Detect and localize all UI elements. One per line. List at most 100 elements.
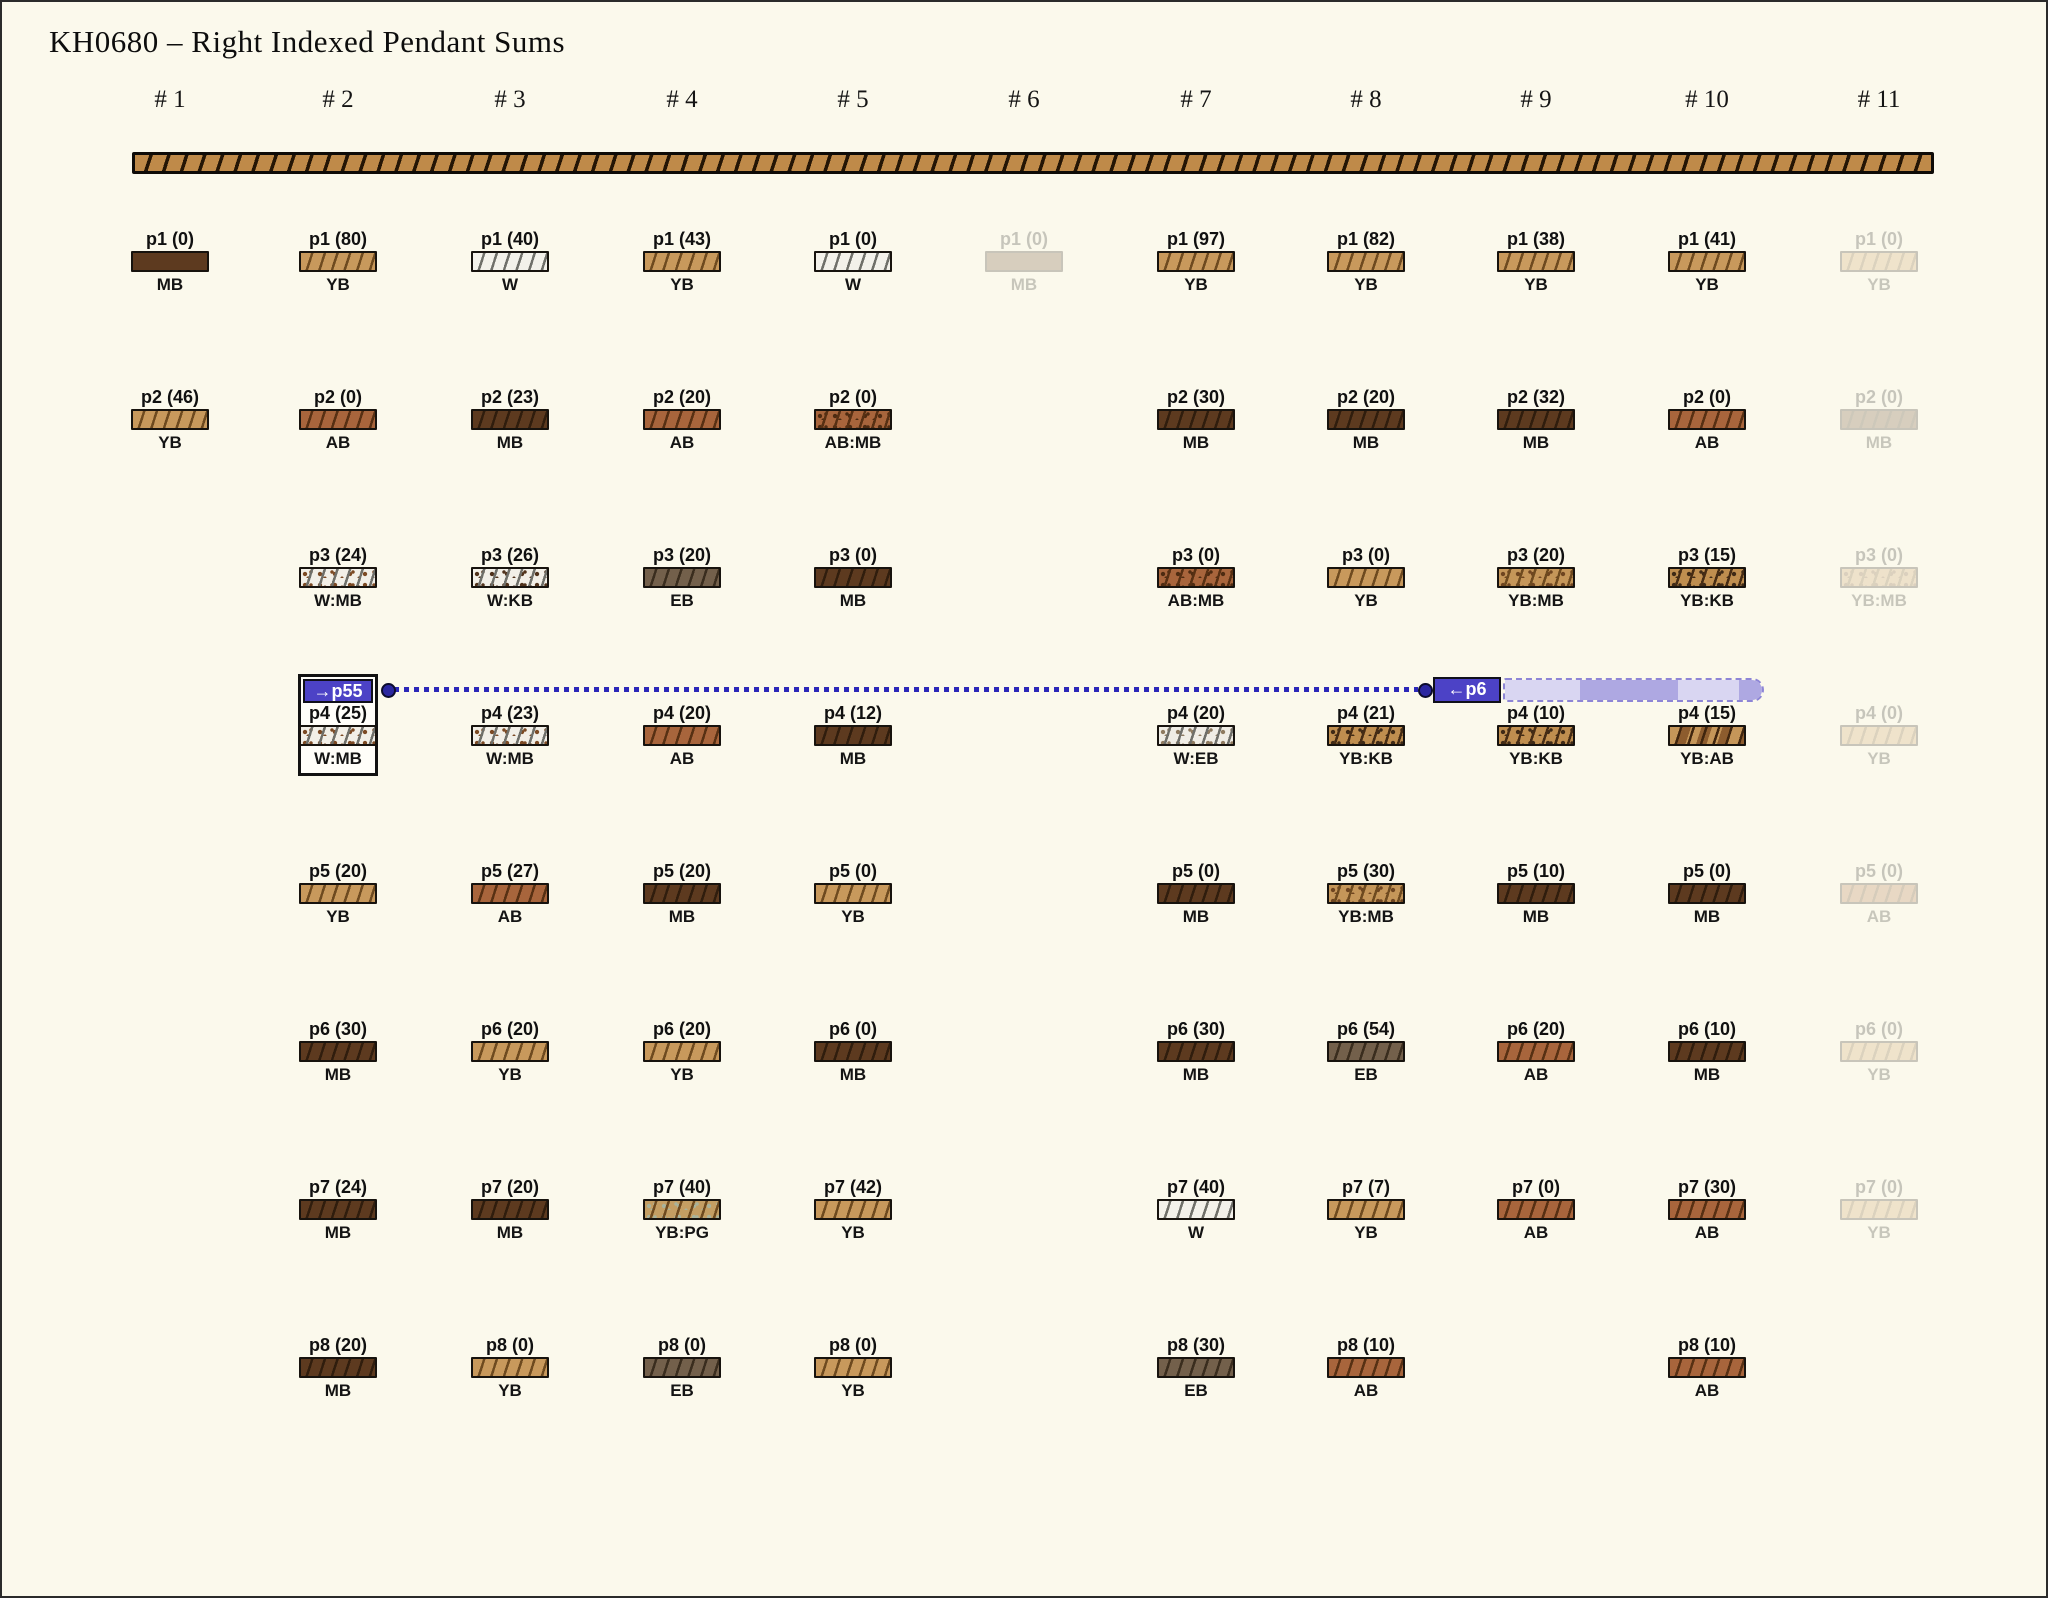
pendant-cord-bar[interactable]	[1157, 1199, 1235, 1220]
pendant-cord-bar[interactable]	[299, 251, 377, 272]
pendant-item[interactable]: p6 (10)MB	[1652, 1018, 1762, 1086]
pendant-cord-bar[interactable]	[1840, 567, 1918, 588]
pendant-cord-bar[interactable]	[299, 1357, 377, 1378]
pendant-item[interactable]: p7 (40)W	[1141, 1176, 1251, 1244]
pendant-item[interactable]: p4 (21)YB:KB	[1311, 702, 1421, 770]
pendant-item[interactable]: p8 (0)YB	[798, 1334, 908, 1402]
pendant-item[interactable]: p5 (10)MB	[1481, 860, 1591, 928]
pendant-item[interactable]: p4 (25)W:MB	[283, 702, 393, 770]
pendant-cord-bar[interactable]	[299, 1199, 377, 1220]
pendant-cord-bar[interactable]	[1327, 567, 1405, 588]
pendant-item[interactable]: p5 (0)YB	[798, 860, 908, 928]
pendant-item[interactable]: p2 (0)AB:MB	[798, 386, 908, 454]
pendant-cord-bar[interactable]	[643, 725, 721, 746]
pendant-cord-bar[interactable]	[643, 1041, 721, 1062]
pendant-item[interactable]: p8 (0)YB	[455, 1334, 565, 1402]
pendant-cord-bar[interactable]	[471, 1199, 549, 1220]
pendant-cord-bar[interactable]	[1327, 1199, 1405, 1220]
pendant-item[interactable]: p1 (0)YB	[1824, 228, 1934, 296]
pendant-cord-bar[interactable]	[1668, 1199, 1746, 1220]
pendant-cord-bar[interactable]	[471, 251, 549, 272]
pendant-item[interactable]: p5 (20)YB	[283, 860, 393, 928]
pendant-item[interactable]: p8 (20)MB	[283, 1334, 393, 1402]
pendant-cord-bar[interactable]	[1668, 1041, 1746, 1062]
pendant-item[interactable]: p5 (20)MB	[627, 860, 737, 928]
pendant-item[interactable]: p6 (20)YB	[627, 1018, 737, 1086]
pendant-item[interactable]: p1 (97)YB	[1141, 228, 1251, 296]
pendant-item[interactable]: p1 (0)MB	[115, 228, 225, 296]
pendant-cord-bar[interactable]	[1840, 1199, 1918, 1220]
pendant-cord-bar[interactable]	[1497, 1041, 1575, 1062]
pendant-cord-bar[interactable]	[643, 1357, 721, 1378]
pendant-item[interactable]: p2 (32)MB	[1481, 386, 1591, 454]
pendant-item[interactable]: p6 (20)YB	[455, 1018, 565, 1086]
pendant-cord-bar[interactable]	[814, 251, 892, 272]
pendant-cord-bar[interactable]	[643, 883, 721, 904]
pendant-item[interactable]: p2 (20)AB	[627, 386, 737, 454]
pendant-item[interactable]: p1 (0)W	[798, 228, 908, 296]
pendant-cord-bar[interactable]	[1157, 409, 1235, 430]
pendant-cord-bar[interactable]	[1668, 725, 1746, 746]
pendant-cord-bar[interactable]	[1497, 883, 1575, 904]
pendant-cord-bar[interactable]	[131, 409, 209, 430]
pendant-cord-bar[interactable]	[1840, 409, 1918, 430]
pendant-cord-bar[interactable]	[131, 251, 209, 272]
pendant-item[interactable]: p3 (20)YB:MB	[1481, 544, 1591, 612]
pendant-item[interactable]: p2 (30)MB	[1141, 386, 1251, 454]
pendant-cord-bar[interactable]	[1327, 251, 1405, 272]
pendant-cord-bar[interactable]	[1497, 251, 1575, 272]
pendant-item[interactable]: p4 (20)AB	[627, 702, 737, 770]
pendant-cord-bar[interactable]	[299, 1041, 377, 1062]
pendant-item[interactable]: p2 (0)AB	[283, 386, 393, 454]
pendant-item[interactable]: p1 (80)YB	[283, 228, 393, 296]
pendant-item[interactable]: p7 (24)MB	[283, 1176, 393, 1244]
pendant-cord-bar[interactable]	[1668, 883, 1746, 904]
pendant-cord-bar[interactable]	[299, 567, 377, 588]
link-source-tag[interactable]: →p55	[303, 679, 373, 703]
pendant-item[interactable]: p6 (0)MB	[798, 1018, 908, 1086]
pendant-cord-bar[interactable]	[1668, 1357, 1746, 1378]
pendant-cord-bar[interactable]	[643, 251, 721, 272]
pendant-cord-bar[interactable]	[471, 567, 549, 588]
pendant-item[interactable]: p5 (30)YB:MB	[1311, 860, 1421, 928]
pendant-item[interactable]: p7 (0)AB	[1481, 1176, 1591, 1244]
pendant-cord-bar[interactable]	[1840, 251, 1918, 272]
pendant-cord-bar[interactable]	[1668, 251, 1746, 272]
pendant-item[interactable]: p8 (0)EB	[627, 1334, 737, 1402]
link-target-tag[interactable]: ←p6	[1433, 677, 1501, 703]
pendant-item[interactable]: p8 (30)EB	[1141, 1334, 1251, 1402]
pendant-item[interactable]: p4 (10)YB:KB	[1481, 702, 1591, 770]
pendant-item[interactable]: p7 (20)MB	[455, 1176, 565, 1244]
pendant-cord-bar[interactable]	[1157, 883, 1235, 904]
pendant-cord-bar[interactable]	[1668, 409, 1746, 430]
pendant-item[interactable]: p6 (30)MB	[283, 1018, 393, 1086]
pendant-item[interactable]: p2 (0)AB	[1652, 386, 1762, 454]
pendant-cord-bar[interactable]	[299, 409, 377, 430]
pendant-item[interactable]: p4 (20)W:EB	[1141, 702, 1251, 770]
pendant-item[interactable]: p1 (43)YB	[627, 228, 737, 296]
pendant-item[interactable]: p6 (54)EB	[1311, 1018, 1421, 1086]
pendant-item[interactable]: p3 (0)YB:MB	[1824, 544, 1934, 612]
pendant-item[interactable]: p5 (0)MB	[1652, 860, 1762, 928]
pendant-item[interactable]: p3 (0)YB	[1311, 544, 1421, 612]
pendant-item[interactable]: p6 (0)YB	[1824, 1018, 1934, 1086]
pendant-item[interactable]: p3 (15)YB:KB	[1652, 544, 1762, 612]
pendant-cord-bar[interactable]	[471, 1041, 549, 1062]
pendant-cord-bar[interactable]	[814, 725, 892, 746]
pendant-cord-bar[interactable]	[1327, 409, 1405, 430]
pendant-cord-bar[interactable]	[1157, 567, 1235, 588]
pendant-cord-bar[interactable]	[1157, 1357, 1235, 1378]
pendant-cord-bar[interactable]	[814, 883, 892, 904]
pendant-item[interactable]: p5 (27)AB	[455, 860, 565, 928]
pendant-item[interactable]: p4 (12)MB	[798, 702, 908, 770]
pendant-cord-bar[interactable]	[643, 409, 721, 430]
pendant-cord-bar[interactable]	[1497, 409, 1575, 430]
pendant-cord-bar[interactable]	[1327, 1357, 1405, 1378]
pendant-cord-bar[interactable]	[471, 1357, 549, 1378]
pendant-item[interactable]: p6 (20)AB	[1481, 1018, 1591, 1086]
pendant-item[interactable]: p1 (0)MB	[969, 228, 1079, 296]
pendant-cord-bar[interactable]	[471, 409, 549, 430]
pendant-cord-bar[interactable]	[1327, 1041, 1405, 1062]
pendant-item[interactable]: p3 (20)EB	[627, 544, 737, 612]
pendant-cord-bar[interactable]	[814, 409, 892, 430]
